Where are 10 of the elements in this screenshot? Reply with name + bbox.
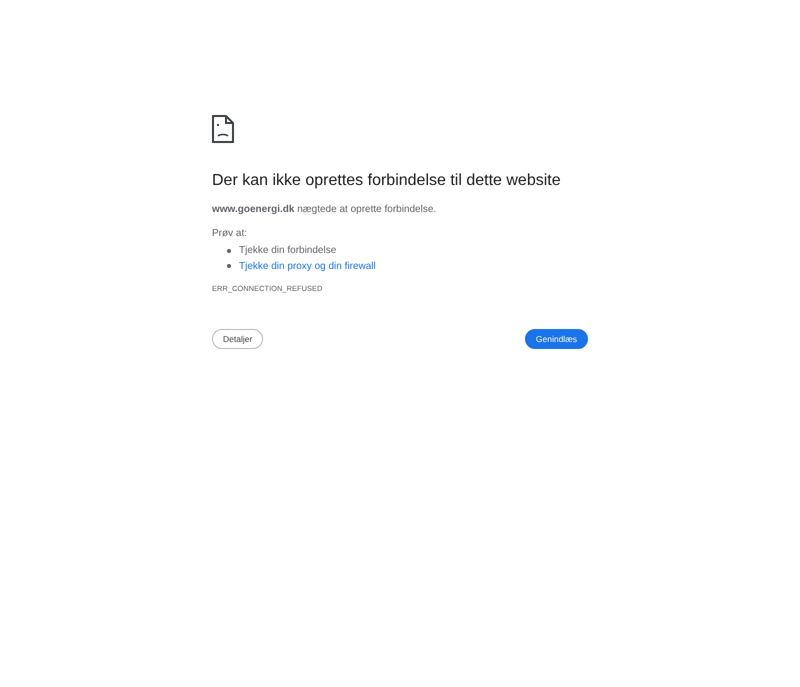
bullet-icon <box>227 248 231 253</box>
sad-page-icon <box>212 115 234 143</box>
error-heading: Der kan ikke oprettes forbindelse til dette website <box>212 171 562 191</box>
bullet-icon <box>227 264 231 268</box>
suggestions-label: Prøv at: <box>212 228 248 239</box>
error-message: www.goenergi.dk nægtede at oprette forbindelse. <box>212 204 438 215</box>
details-button[interactable]: Detaljer <box>212 329 264 349</box>
proxy-firewall-link[interactable]: Tjekke din proxy og din firewall <box>239 260 376 272</box>
reload-button[interactable]: Genindlæs <box>524 329 588 349</box>
suggestion-text: Tjekke din forbindelse <box>239 245 336 256</box>
